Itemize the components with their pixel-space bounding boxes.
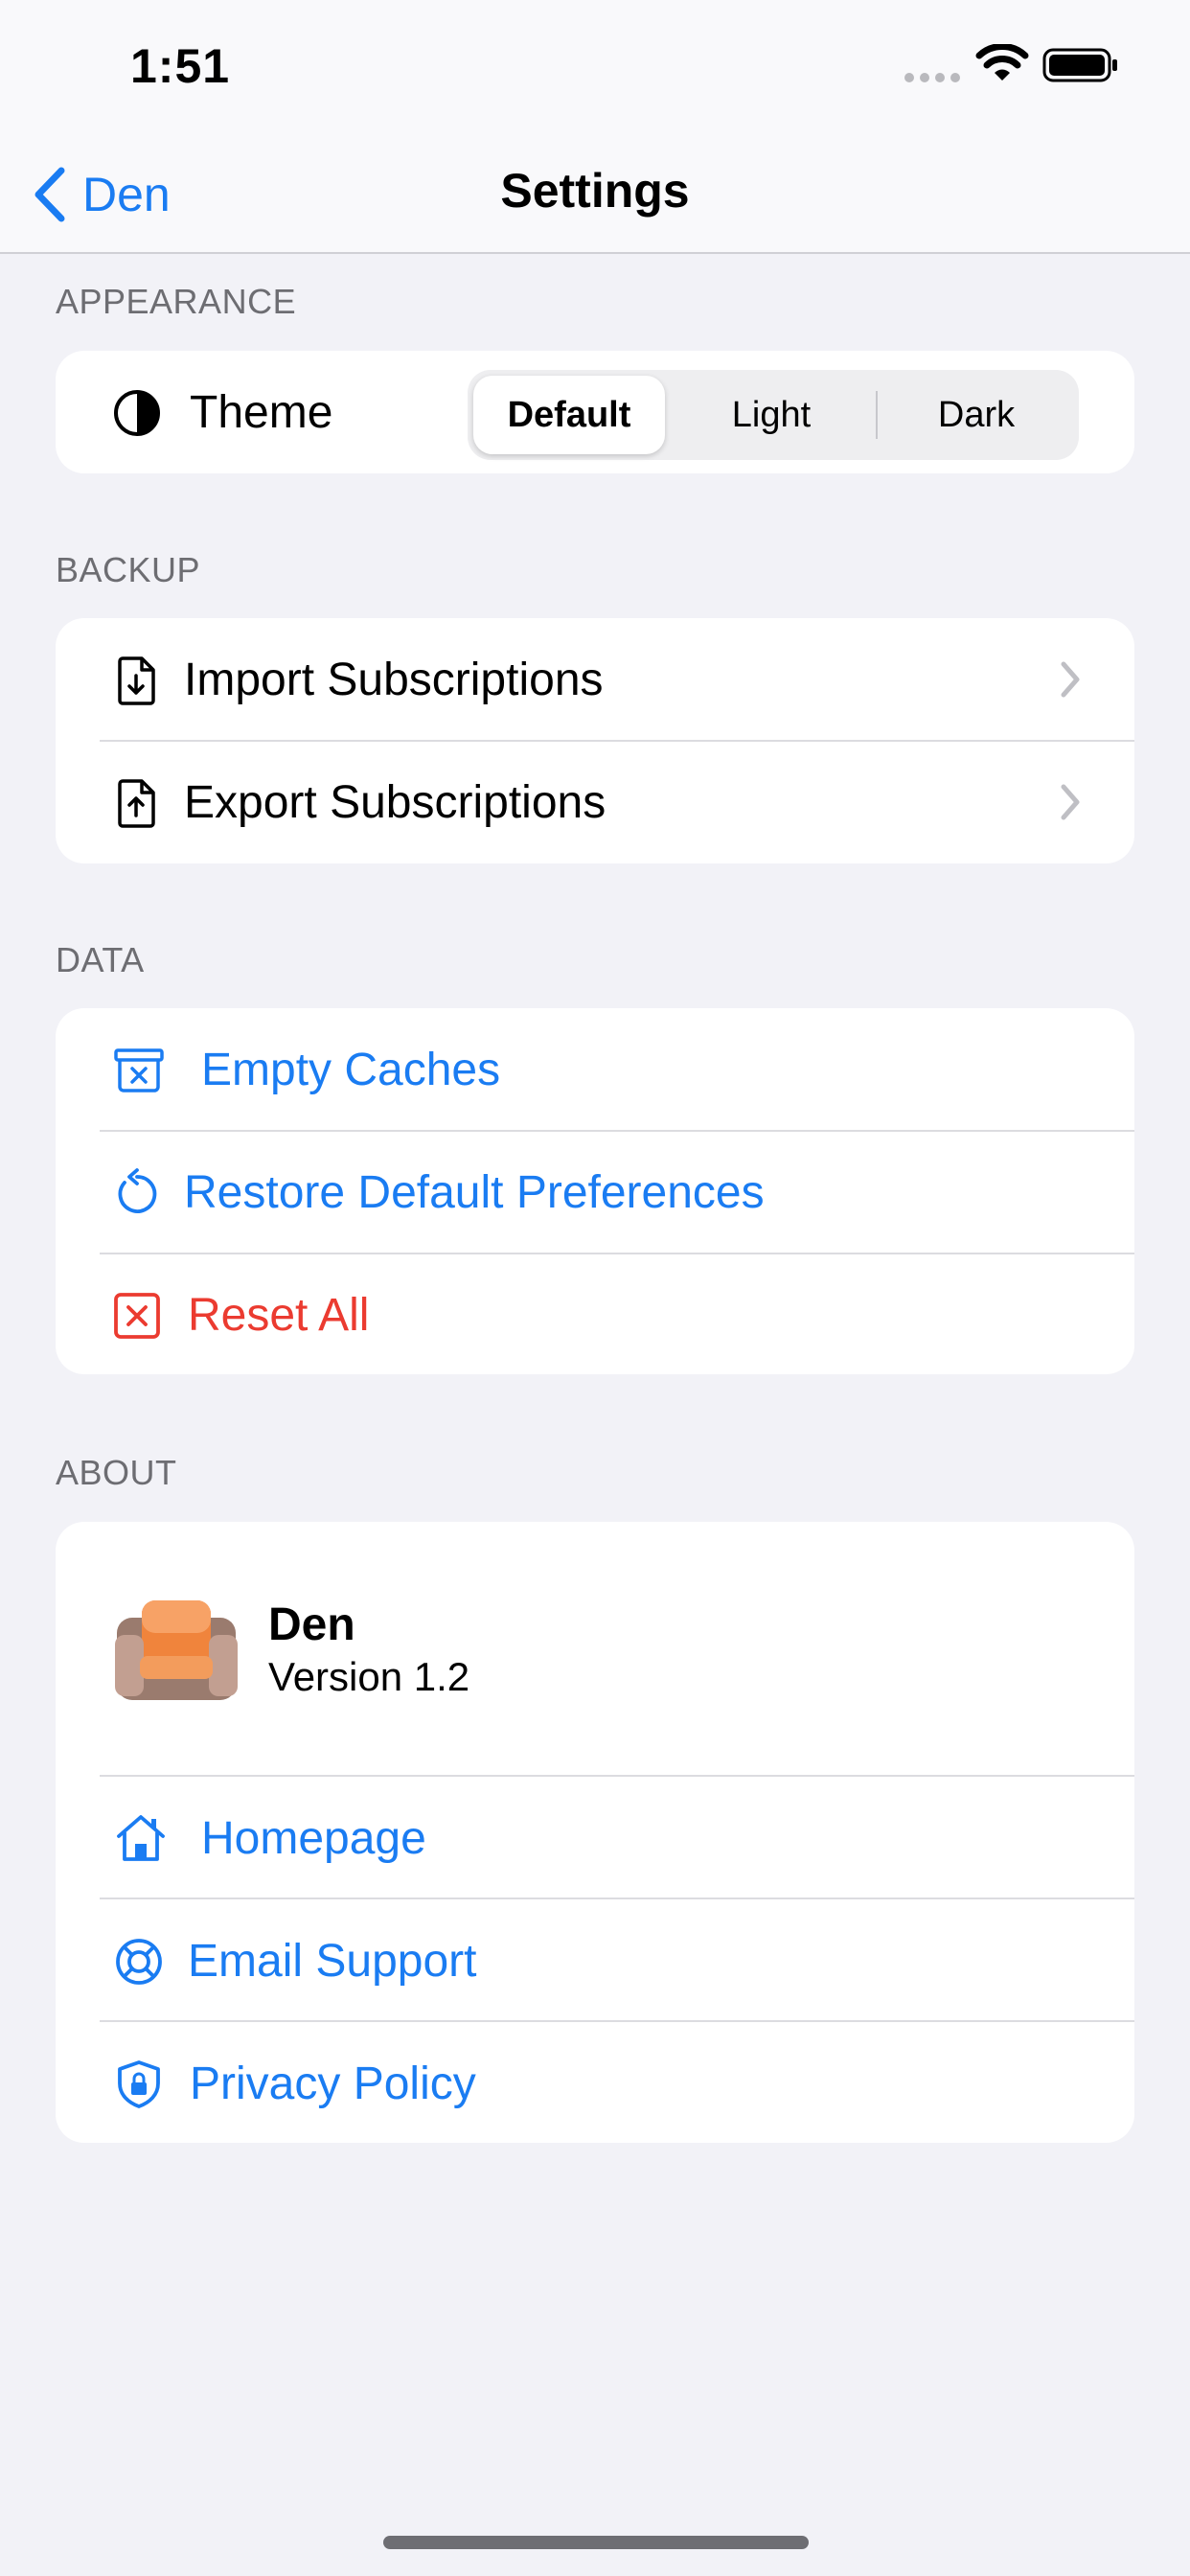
theme-option-light[interactable]: Light [671, 376, 872, 454]
home-indicator[interactable] [383, 2536, 809, 2549]
app-name: Den [268, 1599, 355, 1650]
theme-option-default[interactable]: Default [473, 376, 665, 454]
import-subscriptions-row[interactable]: Import Subscriptions [56, 618, 1134, 741]
reset-all-label: Reset All [188, 1290, 370, 1341]
chevron-right-icon [1061, 784, 1080, 820]
status-bar: 1:51 [0, 0, 1190, 134]
about-card: Den Version 1.2 Homepage Email Support P… [56, 1522, 1134, 2143]
battery-icon [1042, 48, 1117, 82]
appearance-card: Theme Default Light Dark [56, 351, 1134, 473]
privacy-policy-label: Privacy Policy [190, 2058, 476, 2109]
theme-option-dark[interactable]: Dark [880, 376, 1073, 454]
house-icon [117, 1815, 165, 1861]
lifebuoy-icon [116, 1939, 162, 1985]
navigation-bar: Den Settings [0, 134, 1190, 254]
homepage-row[interactable]: Homepage [56, 1777, 1134, 1899]
restore-default-preferences-label: Restore Default Preferences [184, 1167, 765, 1218]
backup-card: Import Subscriptions Export Subscription… [56, 618, 1134, 863]
status-time: 1:51 [130, 39, 231, 93]
export-subscriptions-row[interactable]: Export Subscriptions [56, 741, 1134, 863]
app-version: Version 1.2 [268, 1654, 470, 1699]
half-circle-theme-icon [114, 390, 160, 436]
doc-upload-icon [118, 779, 155, 828]
theme-segmented-control[interactable]: Default Light Dark [468, 370, 1079, 460]
restore-default-preferences-row[interactable]: Restore Default Preferences [56, 1131, 1134, 1254]
section-header-data: DATA [56, 940, 145, 979]
segment-divider [876, 391, 878, 439]
cellular-signal-icon [904, 73, 960, 82]
reset-all-row[interactable]: Reset All [56, 1254, 1134, 1374]
app-icon [115, 1600, 238, 1700]
email-support-row[interactable]: Email Support [56, 1899, 1134, 2022]
restore-arrow-icon [118, 1168, 157, 1213]
data-card: Empty Caches Restore Default Preferences… [56, 1008, 1134, 1374]
wifi-icon [975, 44, 1029, 80]
privacy-policy-row[interactable]: Privacy Policy [56, 2022, 1134, 2143]
export-subscriptions-label: Export Subscriptions [184, 777, 606, 828]
page-title: Settings [500, 164, 690, 218]
section-header-backup: BACKUP [56, 550, 201, 589]
archive-x-icon [114, 1048, 164, 1092]
empty-caches-label: Empty Caches [201, 1045, 501, 1095]
homepage-label: Homepage [201, 1813, 426, 1864]
import-subscriptions-label: Import Subscriptions [184, 655, 604, 705]
empty-caches-row[interactable]: Empty Caches [56, 1008, 1134, 1131]
doc-download-icon [118, 656, 155, 705]
theme-row: Theme Default Light Dark [56, 351, 1134, 473]
shield-lock-icon [118, 2060, 160, 2108]
email-support-label: Email Support [188, 1936, 477, 1987]
section-header-about: ABOUT [56, 1453, 177, 1492]
chevron-right-icon [1061, 661, 1080, 698]
x-square-icon [114, 1293, 160, 1339]
theme-label: Theme [190, 387, 333, 438]
section-header-appearance: APPEARANCE [56, 282, 297, 321]
